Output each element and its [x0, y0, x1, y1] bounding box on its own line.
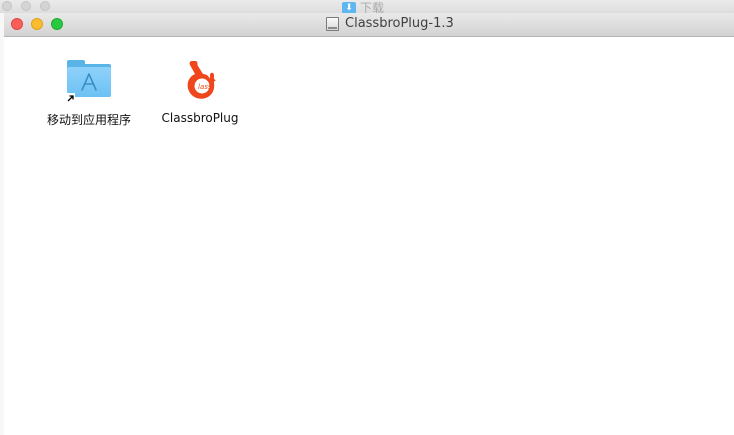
screen: ⬇ 下载 ClassbroPlug-1.3 移动到应用程序 lass Class… — [0, 0, 734, 435]
background-close-icon[interactable] — [2, 1, 12, 11]
classbroplug-app-label: ClassbroPlug — [161, 111, 239, 125]
window-content[interactable]: 移动到应用程序 lass ClassbroPlug — [4, 37, 734, 434]
app-store-glyph-icon — [81, 73, 97, 91]
background-minimize-icon[interactable] — [21, 1, 31, 11]
alias-arrow-icon — [65, 93, 75, 103]
background-window-titlebar[interactable]: ⬇ 下载 — [0, 0, 734, 15]
finder-window: ClassbroPlug-1.3 移动到应用程序 lass ClassbroPl… — [4, 13, 734, 435]
background-window-controls — [2, 1, 50, 11]
applications-alias-item[interactable]: 移动到应用程序 — [34, 57, 144, 128]
window-titlebar[interactable]: ClassbroPlug-1.3 — [4, 13, 734, 37]
window-title-text: ClassbroPlug-1.3 — [345, 16, 454, 31]
window-title: ClassbroPlug-1.3 — [326, 16, 454, 31]
disk-image-icon — [326, 16, 339, 31]
window-controls — [11, 18, 63, 30]
classbro-app-icon[interactable]: lass — [176, 57, 224, 105]
minimize-icon[interactable] — [31, 18, 43, 30]
applications-alias-label: 移动到应用程序 — [46, 113, 131, 127]
close-icon[interactable] — [11, 18, 23, 30]
svg-text:lass: lass — [198, 83, 212, 91]
download-folder-icon: ⬇ — [342, 1, 356, 14]
background-zoom-icon[interactable] — [40, 1, 50, 11]
classbroplug-app-item[interactable]: lass ClassbroPlug — [145, 57, 255, 125]
zoom-icon[interactable] — [51, 18, 63, 30]
applications-folder-alias-icon[interactable] — [65, 57, 113, 105]
